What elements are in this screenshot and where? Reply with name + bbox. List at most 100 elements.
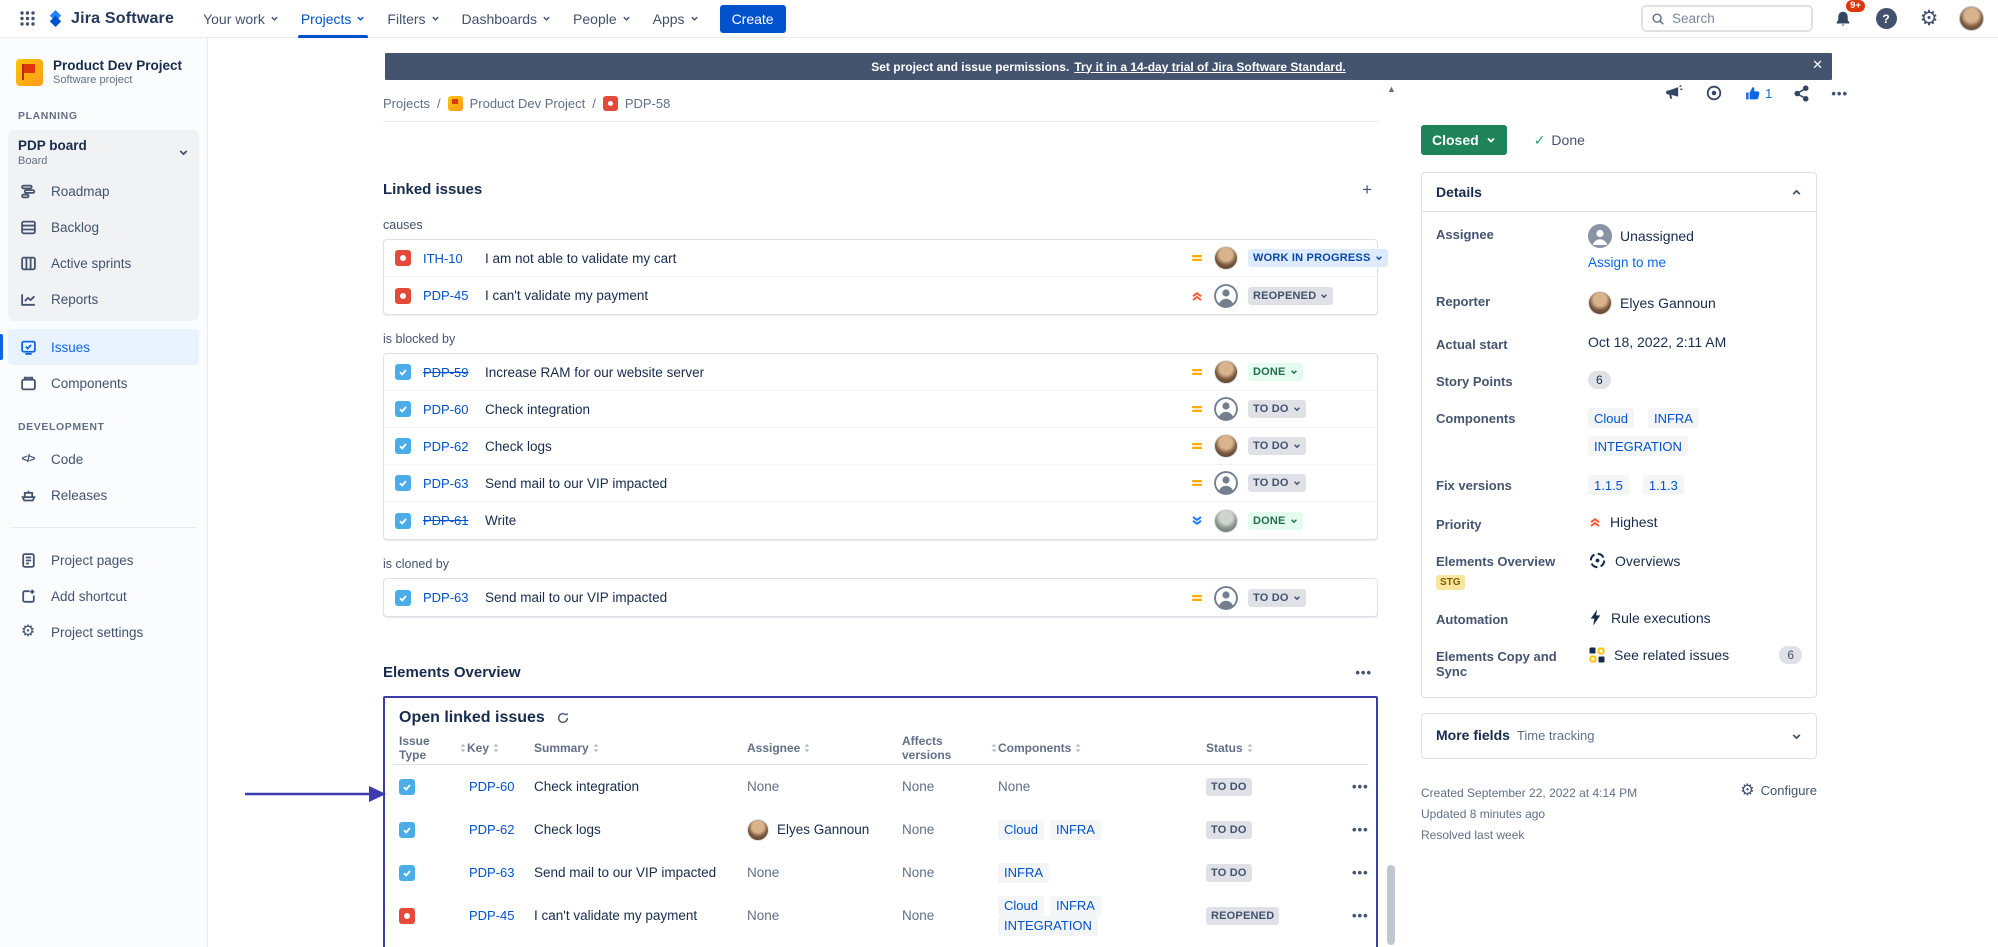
status-dropdown[interactable]: WORK IN PROGRESS	[1248, 249, 1388, 267]
sidebar-item-project-settings[interactable]: ⚙ Project settings	[8, 614, 199, 650]
value-chip[interactable]: Cloud	[1588, 408, 1634, 428]
table-row[interactable]: ITH-10 I am not able to validate my cart…	[393, 937, 1368, 947]
status-dropdown[interactable]: DONE	[1248, 512, 1303, 530]
sidebar-item-roadmap[interactable]: Roadmap	[8, 173, 199, 209]
value-chip[interactable]: 1.1.5	[1588, 475, 1629, 495]
feedback-megaphone-icon[interactable]	[1665, 85, 1684, 102]
issue-key-link[interactable]: PDP-61	[423, 513, 475, 528]
component-chip[interactable]: INFRA	[1050, 820, 1101, 840]
status-dropdown[interactable]: TO DO	[1248, 437, 1306, 455]
issue-key-link[interactable]: PDP-62	[423, 439, 475, 454]
component-chip[interactable]: Cloud	[998, 820, 1044, 840]
nav-filters[interactable]: Filters	[376, 0, 450, 38]
component-chip[interactable]: INFRA	[1050, 896, 1101, 916]
issue-key-link[interactable]: PDP-63	[423, 590, 475, 605]
app-link[interactable]: Rule executions	[1611, 610, 1711, 626]
row-actions-button[interactable]: •••	[1352, 779, 1373, 794]
sidebar-item-add-shortcut[interactable]: Add shortcut	[8, 578, 199, 614]
issue-key-link[interactable]: PDP-60	[423, 402, 475, 417]
banner-trial-link[interactable]: Try it in a 14-day trial of Jira Softwar…	[1074, 60, 1345, 74]
app-link[interactable]: See related issues	[1614, 647, 1729, 663]
nav-dashboards[interactable]: Dashboards	[451, 0, 563, 38]
breadcrumb-issue-key[interactable]: PDP-58	[625, 96, 671, 111]
details-card-header[interactable]: Details	[1422, 173, 1816, 211]
linked-issue-row[interactable]: PDP-63 Send mail to our VIP impacted TO …	[384, 579, 1377, 616]
search-box[interactable]	[1641, 5, 1813, 32]
sidebar-item-releases[interactable]: Releases	[8, 477, 199, 513]
user-avatar[interactable]	[1959, 6, 1984, 31]
sidebar-item-components[interactable]: Components	[8, 365, 199, 401]
value-chip[interactable]: INTEGRATION	[1588, 436, 1688, 456]
app-link[interactable]: Overviews	[1615, 553, 1680, 569]
watch-icon[interactable]	[1705, 84, 1723, 102]
linked-issue-row[interactable]: PDP-61 Write DONE	[384, 502, 1377, 539]
value-chip[interactable]: INFRA	[1648, 408, 1699, 428]
elements-overview-menu-button[interactable]: •••	[1349, 663, 1378, 682]
app-switcher-icon[interactable]	[14, 6, 40, 32]
nav-people[interactable]: People	[562, 0, 642, 38]
issue-key-link[interactable]: PDP-63	[423, 476, 475, 491]
column-header[interactable]: Affects versions	[902, 734, 998, 762]
column-header[interactable]: Summary	[534, 741, 747, 755]
add-linked-issue-button[interactable]: +	[1356, 178, 1378, 201]
linked-issue-row[interactable]: PDP-45 I can't validate my payment REOPE…	[384, 277, 1377, 314]
scrollbar-up-arrow[interactable]: ▲	[1384, 84, 1399, 94]
column-header[interactable]: Issue Type	[399, 734, 467, 762]
table-row[interactable]: PDP-62 Check logs Elyes Gannoun None Clo…	[393, 808, 1368, 851]
column-header[interactable]: Status	[1206, 741, 1352, 755]
sidebar-item-code[interactable]: </> Code	[8, 441, 199, 477]
issue-key-link[interactable]: PDP-63	[469, 865, 534, 880]
more-actions-button[interactable]: •••	[1831, 86, 1848, 101]
status-dropdown-button[interactable]: Closed	[1421, 125, 1507, 155]
breadcrumb-project[interactable]: Product Dev Project	[470, 96, 586, 111]
nav-projects[interactable]: Projects	[290, 0, 377, 38]
table-row[interactable]: PDP-60 Check integration None None None …	[393, 765, 1368, 808]
row-actions-button[interactable]: •••	[1352, 865, 1373, 880]
linked-issue-row[interactable]: ITH-10 I am not able to validate my cart…	[384, 240, 1377, 277]
project-header[interactable]: Product Dev Project Software project	[8, 58, 199, 90]
issue-key-link[interactable]: PDP-45	[469, 908, 534, 923]
sidebar-item-project-pages[interactable]: Project pages	[8, 542, 199, 578]
like-button[interactable]: 1	[1744, 85, 1772, 102]
column-header[interactable]: Key	[467, 741, 534, 755]
jira-logo[interactable]: Jira Software	[46, 9, 174, 28]
help-icon[interactable]: ?	[1873, 6, 1899, 32]
linked-issue-row[interactable]: PDP-60 Check integration TO DO	[384, 391, 1377, 428]
issue-key-link[interactable]: PDP-45	[423, 288, 475, 303]
issue-key-link[interactable]: PDP-60	[469, 779, 534, 794]
search-input[interactable]	[1672, 11, 1792, 26]
configure-button[interactable]: ⚙ Configure	[1740, 783, 1817, 846]
sidebar-item-backlog[interactable]: Backlog	[8, 209, 199, 245]
component-chip[interactable]: INFRA	[998, 863, 1049, 883]
status-dropdown[interactable]: TO DO	[1248, 400, 1306, 418]
issue-key-link[interactable]: PDP-62	[469, 822, 534, 837]
table-row[interactable]: PDP-45 I can't validate my payment None …	[393, 894, 1368, 937]
breadcrumb-projects[interactable]: Projects	[383, 96, 430, 111]
value-chip[interactable]: 1.1.3	[1643, 475, 1684, 495]
linked-issue-row[interactable]: PDP-63 Send mail to our VIP impacted TO …	[384, 465, 1377, 502]
create-button[interactable]: Create	[720, 5, 786, 33]
sidebar-item-reports[interactable]: Reports	[8, 281, 199, 317]
issue-key-link[interactable]: PDP-59	[423, 365, 475, 380]
sidebar-item-issues[interactable]: Issues	[8, 329, 199, 365]
linked-issue-row[interactable]: PDP-59 Increase RAM for our website serv…	[384, 354, 1377, 391]
status-dropdown[interactable]: TO DO	[1248, 474, 1306, 492]
sidebar-item-active-sprints[interactable]: Active sprints	[8, 245, 199, 281]
assign-to-me-link[interactable]: Assign to me	[1588, 255, 1666, 270]
nav-your-work[interactable]: Your work	[192, 0, 290, 38]
component-chip[interactable]: INTEGRATION	[998, 916, 1098, 936]
status-dropdown[interactable]: DONE	[1248, 363, 1303, 381]
row-actions-button[interactable]: •••	[1352, 908, 1373, 923]
component-chip[interactable]: Cloud	[998, 896, 1044, 916]
settings-gear-icon[interactable]: ⚙	[1916, 6, 1942, 32]
row-actions-button[interactable]: •••	[1352, 822, 1373, 837]
refresh-icon[interactable]	[554, 709, 572, 727]
notifications-bell-icon[interactable]: 9+	[1830, 6, 1856, 32]
status-dropdown[interactable]: TO DO	[1248, 589, 1306, 607]
nav-apps[interactable]: Apps	[642, 0, 710, 38]
issue-key-link[interactable]: ITH-10	[423, 251, 475, 266]
status-dropdown[interactable]: REOPENED	[1248, 287, 1333, 305]
column-header[interactable]: Assignee	[747, 741, 902, 755]
share-icon[interactable]	[1793, 85, 1810, 102]
column-header[interactable]: Components	[998, 741, 1206, 755]
